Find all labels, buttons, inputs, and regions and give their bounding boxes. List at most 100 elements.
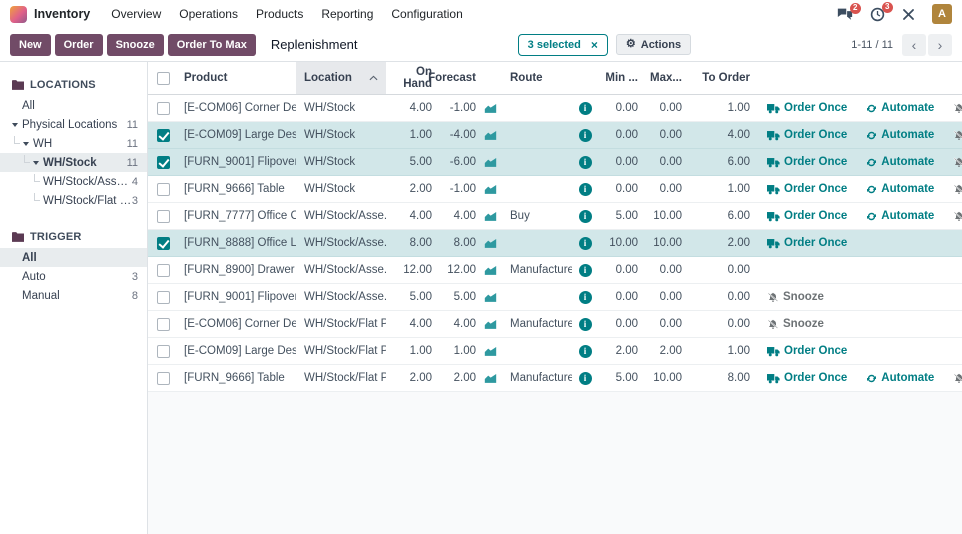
trigger-item-manual[interactable]: Manual8 [0, 286, 147, 305]
sidebar-item-all[interactable]: All [0, 96, 147, 115]
automate-button[interactable]: Automate [866, 210, 934, 222]
snooze-button[interactable]: Snooze [953, 102, 962, 114]
snooze-button[interactable]: Snooze [767, 291, 824, 303]
row-checkbox[interactable] [157, 156, 170, 169]
row-checkbox[interactable] [157, 318, 170, 331]
info-circle-icon[interactable]: i [579, 372, 592, 385]
table-row[interactable]: [E-COM06] Corner Desk ...WH/Stock4.00-1.… [148, 95, 962, 122]
row-checkbox[interactable] [157, 264, 170, 277]
forecast-graph-cell [476, 184, 504, 194]
table-row[interactable]: [FURN_9001] FlipoverWH/Stock5.00-6.00i0.… [148, 149, 962, 176]
row-checkbox[interactable] [157, 291, 170, 304]
header-min[interactable]: Min ... [598, 62, 638, 94]
header-forecast[interactable]: Forecast [432, 62, 476, 94]
clear-selection-icon[interactable]: × [591, 39, 598, 51]
table-row[interactable]: [E-COM06] Corner Desk ...WH/Stock/Flat P… [148, 311, 962, 338]
snooze-button[interactable]: Snooze [107, 34, 164, 56]
info-circle-icon[interactable]: i [579, 210, 592, 223]
order-once-button[interactable]: Order Once [767, 183, 847, 195]
info-circle-icon[interactable]: i [579, 291, 592, 304]
table-row[interactable]: [FURN_9666] TableWH/Stock/Flat P...2.002… [148, 365, 962, 392]
table-row[interactable]: [FURN_7777] Office ChairWH/Stock/Asse...… [148, 203, 962, 230]
header-route[interactable]: Route [504, 62, 572, 94]
info-circle-icon[interactable]: i [579, 183, 592, 196]
table-row[interactable]: [FURN_9666] TableWH/Stock2.00-1.00i0.000… [148, 176, 962, 203]
new-button[interactable]: New [10, 34, 51, 56]
pager-next-button[interactable]: › [928, 34, 952, 56]
menu-overview[interactable]: Overview [102, 0, 170, 28]
snooze-button[interactable]: Snooze [953, 210, 962, 222]
info-circle-icon[interactable]: i [579, 264, 592, 277]
location-cell: WH/Stock/Asse... [296, 237, 386, 249]
automate-button[interactable]: Automate [866, 102, 934, 114]
order-once-button[interactable]: Order Once [767, 372, 847, 384]
order-once-button[interactable]: Order Once [767, 237, 847, 249]
order-to-max-button[interactable]: Order To Max [168, 34, 256, 56]
table-row[interactable]: [FURN_8888] Office LampWH/Stock/Asse...8… [148, 230, 962, 257]
info-circle-icon[interactable]: i [579, 345, 592, 358]
automate-button[interactable]: Automate [866, 183, 934, 195]
trigger-item-all[interactable]: All [0, 248, 147, 267]
location-cell: WH/Stock [296, 156, 386, 168]
info-cell: i [572, 345, 598, 358]
row-checkbox[interactable] [157, 129, 170, 142]
menu-reporting[interactable]: Reporting [312, 0, 382, 28]
refresh-icon [866, 211, 877, 222]
checkbox-cell [148, 183, 178, 196]
menu-configuration[interactable]: Configuration [382, 0, 471, 28]
order-button[interactable]: Order [55, 34, 103, 56]
info-circle-icon[interactable]: i [579, 156, 592, 169]
app-name[interactable]: Inventory [34, 7, 90, 21]
automate-button[interactable]: Automate [866, 156, 934, 168]
trigger-item-auto[interactable]: Auto3 [0, 267, 147, 286]
order-once-button[interactable]: Order Once [767, 210, 847, 222]
sidebar-item-wh[interactable]: WH11 [0, 134, 147, 153]
actions-button[interactable]: ⚙ Actions [616, 34, 691, 55]
sidebar-item-physical-locations[interactable]: Physical Locations11 [0, 115, 147, 134]
order-once-button[interactable]: Order Once [767, 129, 847, 141]
sidebar-item-wh-stock[interactable]: WH/Stock11 [0, 153, 147, 172]
table-row[interactable]: [FURN_8900] Drawer BlackWH/Stock/Asse...… [148, 257, 962, 284]
snooze-button[interactable]: Snooze [953, 372, 962, 384]
row-checkbox[interactable] [157, 210, 170, 223]
snooze-button[interactable]: Snooze [953, 129, 962, 141]
info-circle-icon[interactable]: i [579, 237, 592, 250]
inventory-app-icon[interactable] [10, 6, 27, 23]
table-row[interactable]: [E-COM09] Large DeskWH/Stock/Flat P...1.… [148, 338, 962, 365]
menu-operations[interactable]: Operations [170, 0, 247, 28]
pager-prev-button[interactable]: ‹ [902, 34, 926, 56]
snooze-button[interactable]: Snooze [767, 318, 824, 330]
header-max[interactable]: Max... [638, 62, 682, 94]
info-circle-icon[interactable]: i [579, 318, 592, 331]
info-circle-icon[interactable]: i [579, 129, 592, 142]
activities-icon[interactable]: 3 [870, 7, 885, 22]
checkbox-cell [148, 291, 178, 304]
header-product[interactable]: Product [178, 62, 296, 94]
order-once-button[interactable]: Order Once [767, 345, 847, 357]
automate-button[interactable]: Automate [866, 372, 934, 384]
snooze-button[interactable]: Snooze [953, 183, 962, 195]
menu-products[interactable]: Products [247, 0, 312, 28]
row-checkbox[interactable] [157, 345, 170, 358]
header-to-order[interactable]: To Order [682, 62, 752, 94]
table-row[interactable]: [E-COM09] Large DeskWH/Stock1.00-4.00i0.… [148, 122, 962, 149]
row-checkbox[interactable] [157, 237, 170, 250]
sidebar-item-label: WH [33, 138, 127, 150]
row-checkbox[interactable] [157, 102, 170, 115]
header-location[interactable]: Location [296, 62, 386, 94]
avatar[interactable]: A [932, 4, 952, 24]
tools-icon[interactable] [902, 8, 915, 21]
sidebar-item-wh-stock-asse[interactable]: WH/Stock/Asse...4 [0, 172, 147, 191]
row-checkbox[interactable] [157, 372, 170, 385]
row-checkbox[interactable] [157, 183, 170, 196]
header-on-hand[interactable]: On Hand [386, 62, 432, 94]
info-circle-icon[interactable]: i [579, 102, 592, 115]
sidebar-item-wh-stock-flat-p[interactable]: WH/Stock/Flat P...3 [0, 191, 147, 210]
messages-icon[interactable]: 2 [837, 8, 853, 21]
order-once-button[interactable]: Order Once [767, 156, 847, 168]
order-once-button[interactable]: Order Once [767, 102, 847, 114]
snooze-button[interactable]: Snooze [953, 156, 962, 168]
select-all-checkbox[interactable] [157, 72, 170, 85]
table-row[interactable]: [FURN_9001] FlipoverWH/Stock/Asse...5.00… [148, 284, 962, 311]
automate-button[interactable]: Automate [866, 129, 934, 141]
